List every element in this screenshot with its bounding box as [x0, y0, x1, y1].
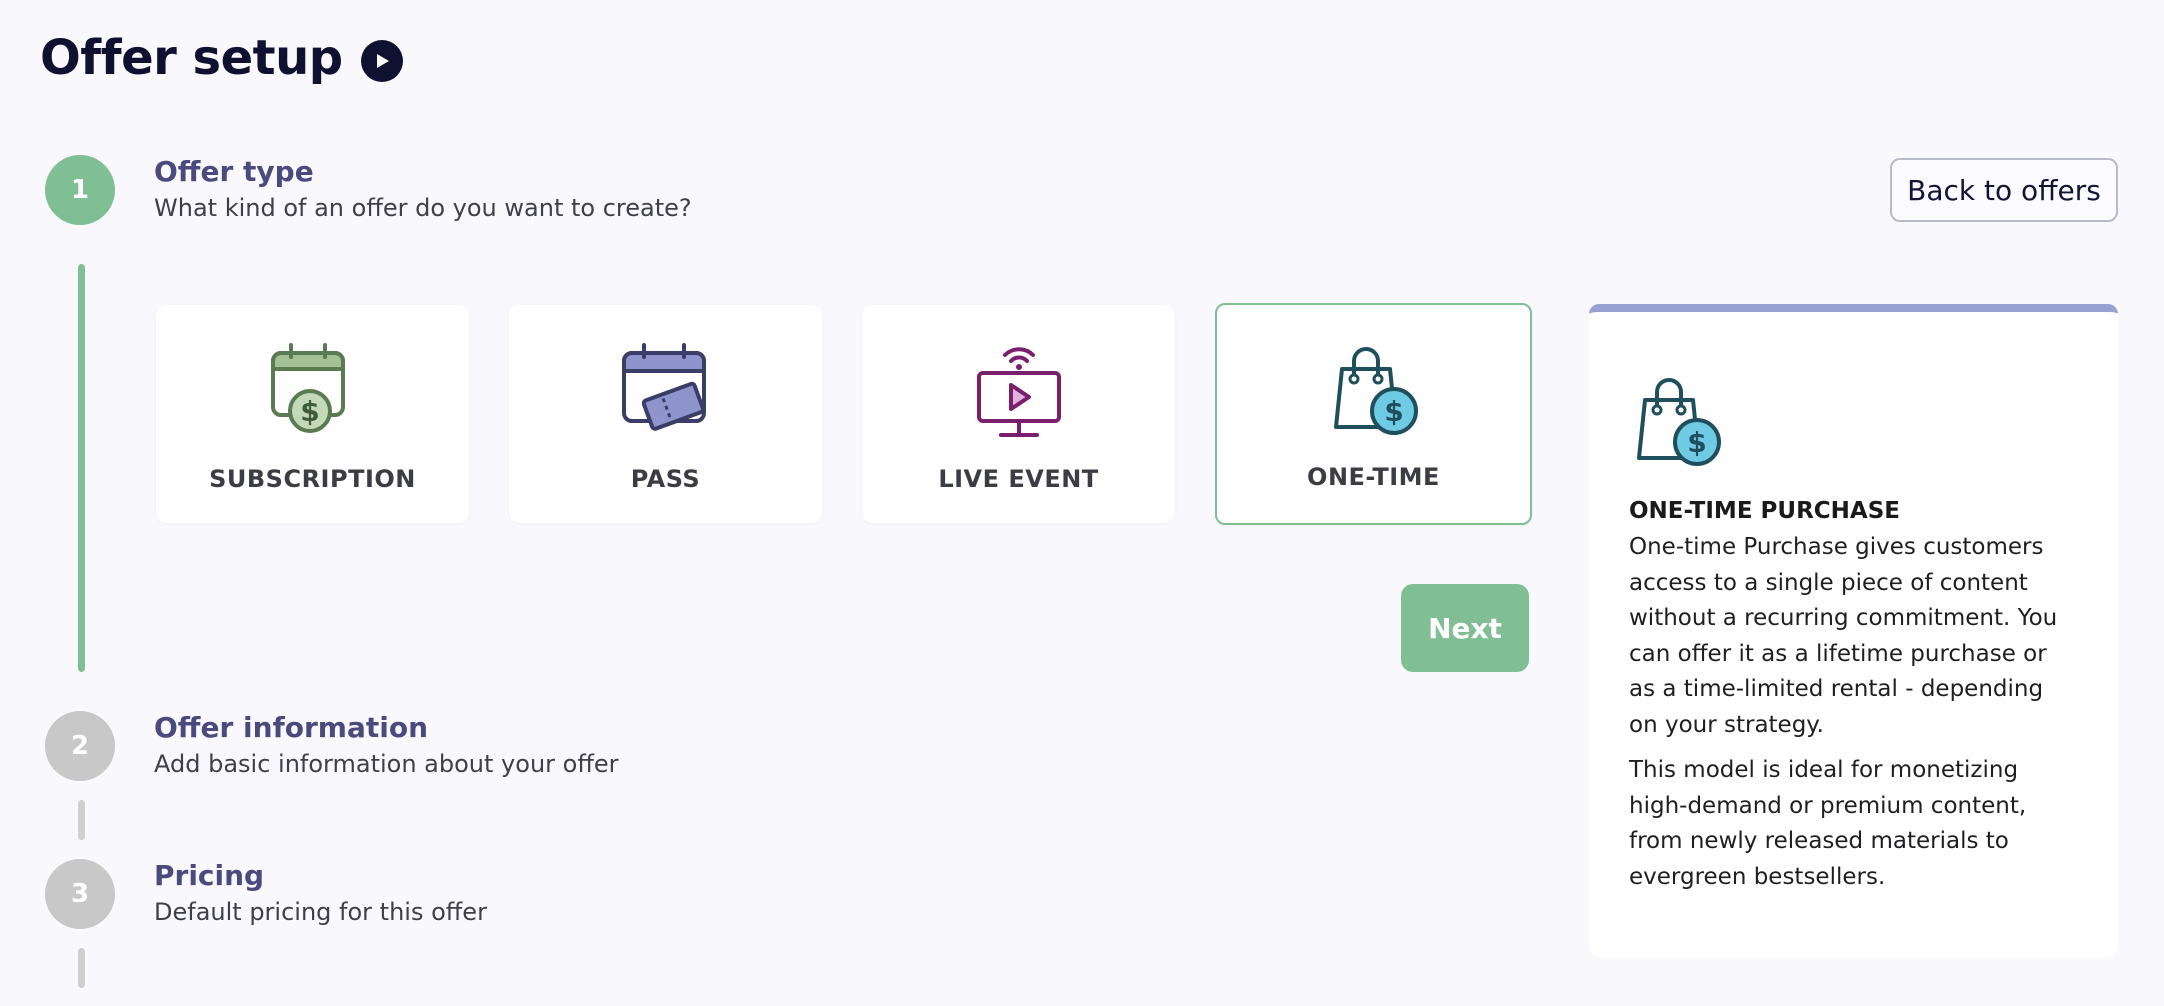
play-icon[interactable]	[360, 40, 403, 82]
step-title: Offer information	[154, 711, 429, 744]
shopping-bag-dollar-icon: $	[1637, 378, 1721, 466]
info-paragraph-2: This model is ideal for monetizing high-…	[1629, 757, 2027, 890]
svg-text:$: $	[300, 395, 319, 428]
offer-type-card-subscription[interactable]: $ SUBSCRIPTION	[156, 305, 469, 523]
offer-type-card-one-time[interactable]: $ ONE-TIME	[1215, 303, 1532, 525]
svg-text:$: $	[1687, 426, 1706, 459]
page-title-text: Offer setup	[40, 30, 343, 86]
page-title: Offer setup	[40, 30, 403, 86]
calendar-dollar-icon: $	[270, 343, 345, 433]
step-title: Offer type	[154, 155, 314, 188]
step-subtitle: Add basic information about your offer	[154, 750, 619, 778]
card-label: SUBSCRIPTION	[209, 465, 416, 493]
offer-type-card-live-event[interactable]: LIVE EVENT	[862, 305, 1175, 523]
step-connector-1	[78, 264, 85, 672]
shopping-bag-dollar-icon: $	[1333, 347, 1418, 435]
step-title: Pricing	[154, 859, 265, 892]
step-connector-2	[78, 800, 85, 840]
step-connector-3	[78, 948, 85, 988]
card-label: LIVE EVENT	[938, 465, 1099, 493]
step-number-1: 1	[45, 155, 115, 225]
step-number-3: 3	[45, 859, 115, 929]
svg-text:$: $	[1384, 395, 1403, 428]
card-label: ONE-TIME	[1307, 463, 1440, 491]
broadcast-monitor-icon	[976, 347, 1061, 437]
next-button[interactable]: Next	[1401, 584, 1529, 672]
step-subtitle: What kind of an offer do you want to cre…	[154, 194, 692, 222]
offer-type-card-pass[interactable]: PASS	[509, 305, 822, 523]
back-to-offers-button[interactable]: Back to offers	[1890, 158, 2118, 222]
offer-description-panel: $ ONE-TIME PURCHASE One-time Purchase gi…	[1589, 304, 2118, 957]
card-label: PASS	[630, 465, 701, 493]
step-number-2: 2	[45, 711, 115, 781]
info-paragraph-1: One-time Purchase gives customers access…	[1629, 534, 2058, 738]
info-heading: ONE-TIME PURCHASE	[1629, 498, 1900, 524]
step-subtitle: Default pricing for this offer	[154, 898, 487, 926]
calendar-ticket-icon	[621, 343, 706, 431]
offer-type-options: $ SUBSCRIPTION PASS LIVE EVENT $ ONE-TIM…	[156, 303, 1532, 525]
